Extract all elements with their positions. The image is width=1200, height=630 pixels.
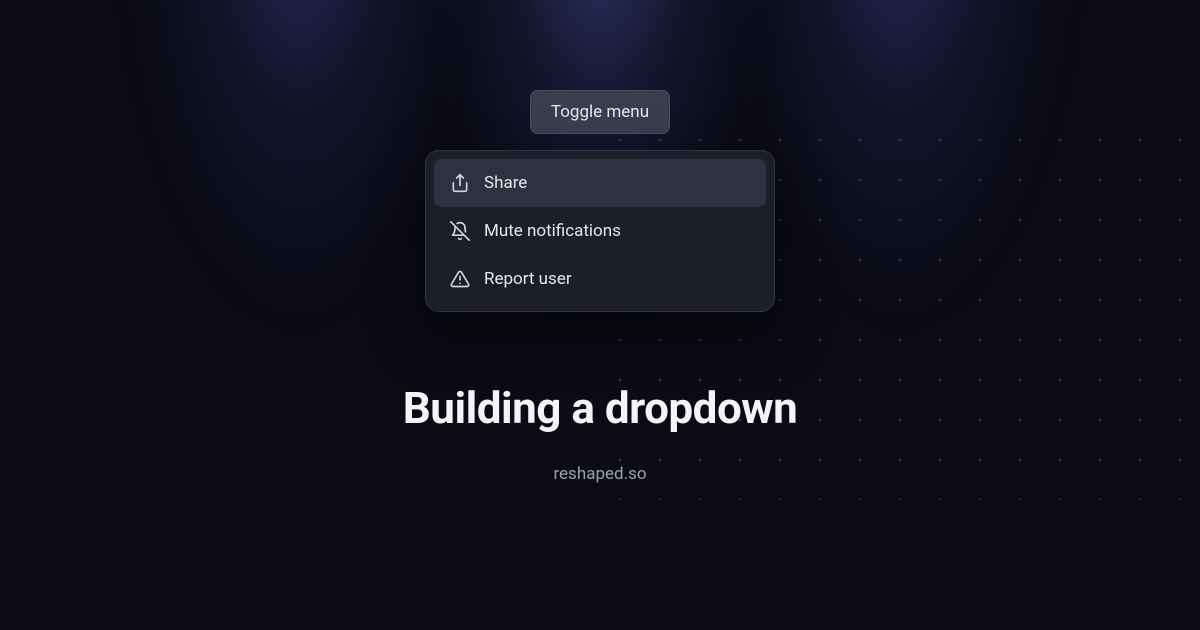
- menu-item-report-user[interactable]: Report user: [434, 255, 766, 303]
- site-url: reshaped.so: [553, 464, 646, 484]
- menu-item-mute-notifications[interactable]: Mute notifications: [434, 207, 766, 255]
- bell-off-icon: [450, 221, 470, 241]
- alert-triangle-icon: [450, 269, 470, 289]
- toggle-menu-button[interactable]: Toggle menu: [530, 90, 670, 134]
- menu-item-share[interactable]: Share: [434, 159, 766, 207]
- menu-item-label: Report user: [484, 269, 572, 289]
- menu-item-label: Mute notifications: [484, 221, 621, 241]
- menu-item-label: Share: [484, 173, 527, 193]
- page-heading: Building a dropdown: [403, 382, 798, 434]
- dropdown-menu: Share Mute notifications: [425, 150, 775, 312]
- share-icon: [450, 173, 470, 193]
